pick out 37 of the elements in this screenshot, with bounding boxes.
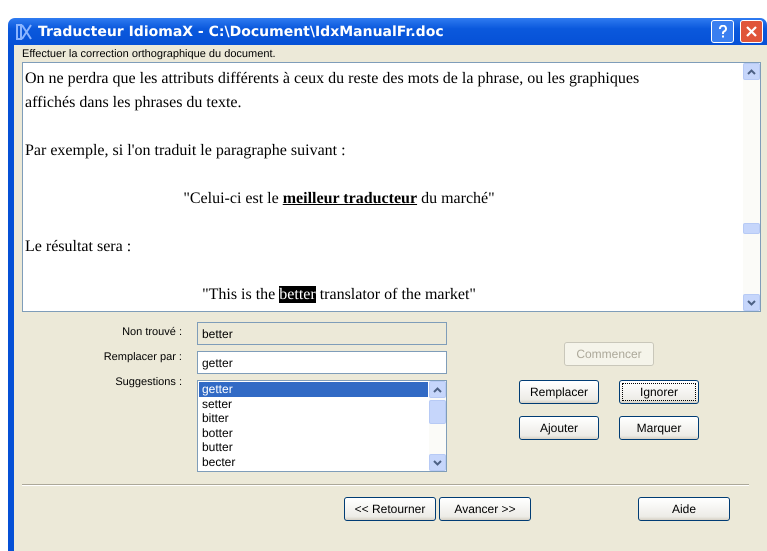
back-button[interactable]: << Retourner <box>344 497 436 521</box>
document-paragraph: Le résultat sera : <box>25 237 132 257</box>
scroll-thumb[interactable] <box>743 223 760 234</box>
scroll-down-icon[interactable] <box>433 460 442 466</box>
help-icon[interactable] <box>711 20 734 43</box>
suggestions-list[interactable]: getter setter bitter botter butter becter <box>197 380 447 472</box>
next-button[interactable]: Avancer >> <box>439 497 531 521</box>
suggestion-item[interactable]: botter <box>199 426 428 440</box>
suggestion-item[interactable]: butter <box>199 440 428 454</box>
not-found-field[interactable]: better <box>197 322 447 345</box>
scroll-thumb[interactable] <box>429 400 446 424</box>
document-paragraph: "This is the better translator of the market" <box>201 285 477 305</box>
action-button[interactable]: Ajouter <box>519 416 599 440</box>
document-paragraph: "Celui-ci est le meilleur traducteur du marché" <box>182 189 496 209</box>
window-title: Traducteur IdiomaX - C:\Document\IdxManualFr.doc <box>38 24 445 40</box>
action-button[interactable]: Marquer <box>619 416 699 440</box>
action-button[interactable]: Ignorer <box>619 380 699 404</box>
field-label: Remplacer par : <box>104 350 182 365</box>
close-icon[interactable] <box>740 20 763 43</box>
suggestion-item[interactable]: becter <box>199 454 428 469</box>
suggestion-item[interactable]: bitter <box>199 411 428 426</box>
scrollbar[interactable] <box>743 63 760 311</box>
field-label: Non trouvé : <box>122 325 182 340</box>
instruction-text: Effectuer la correction orthographique du document. <box>22 47 277 61</box>
document-paragraph: Par exemple, si l'on traduit le paragraphe suivant : <box>25 141 347 161</box>
field-label: Suggestions : <box>115 375 182 390</box>
action-button[interactable]: Remplacer <box>519 380 599 404</box>
document-paragraph: On ne perdra que les attributs différents à ceux du reste des mots de la phrase, ou les graphiques affichés dans les phrases du texte. <box>25 69 640 113</box>
replace-field[interactable]: getter <box>197 351 447 374</box>
app-logo-icon <box>16 22 32 40</box>
scroll-up-icon[interactable] <box>433 386 442 392</box>
suggestion-item[interactable]: getter <box>199 382 428 396</box>
scrollbar[interactable] <box>429 381 446 471</box>
scroll-up-icon[interactable] <box>747 68 756 74</box>
help-button[interactable]: Aide <box>638 497 730 521</box>
suggestion-item[interactable]: setter <box>199 396 428 411</box>
scroll-down-icon[interactable] <box>747 300 756 306</box>
